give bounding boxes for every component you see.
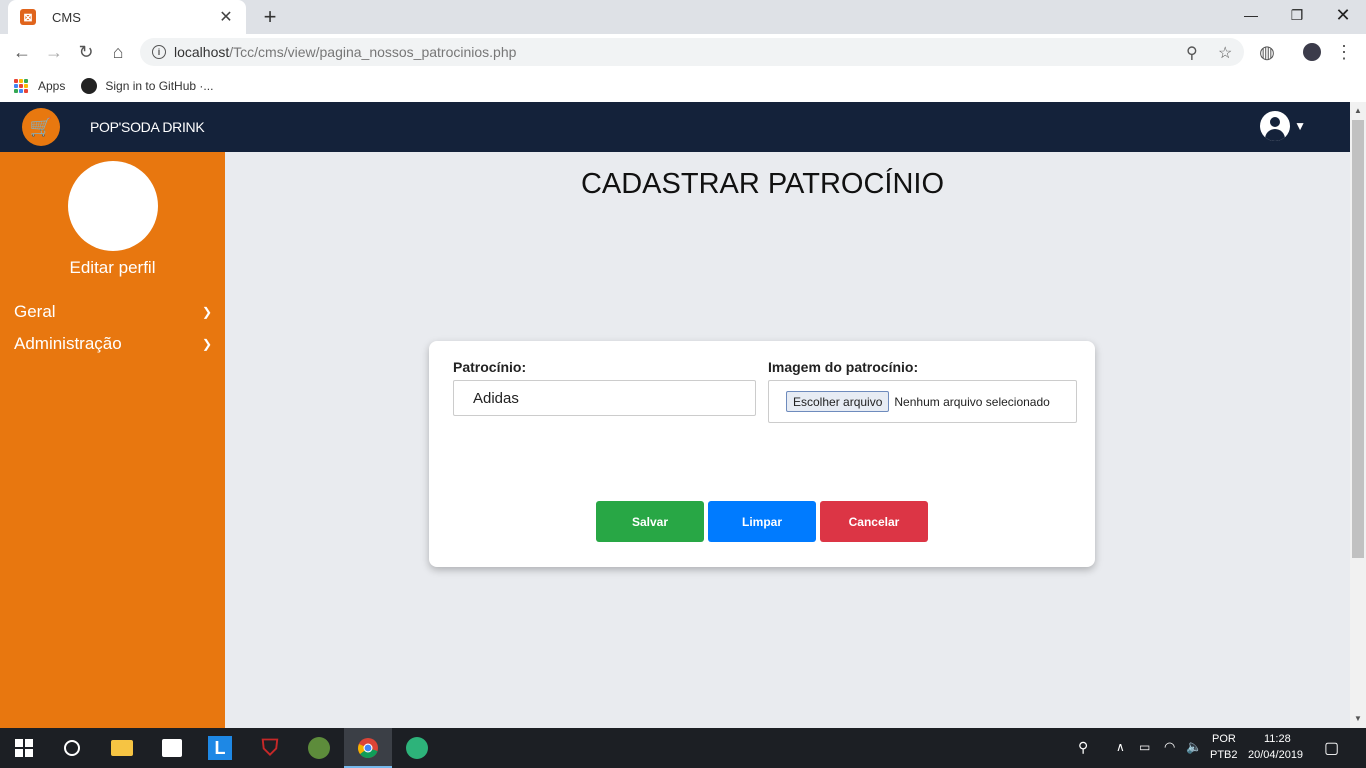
scroll-down-icon[interactable]: ▼ <box>1350 714 1366 723</box>
bookmark-label: Apps <box>38 79 66 93</box>
file-explorer-icon[interactable] <box>110 736 134 760</box>
zoom-icon[interactable]: ⚲ <box>1186 43 1198 63</box>
url-path: /Tcc/cms/view/pagina_nossos_patrocinios.… <box>229 44 517 60</box>
sidebar-item-label: Geral <box>14 302 56 321</box>
reload-icon[interactable]: ↻ <box>74 40 98 64</box>
page-scrollbar[interactable]: ▲ ▼ <box>1350 102 1366 728</box>
user-menu[interactable]: ▼ <box>1260 111 1306 141</box>
url-text: localhost/Tcc/cms/view/pagina_nossos_pat… <box>174 44 516 60</box>
bookmark-star-icon[interactable]: ☆ <box>1218 43 1232 63</box>
new-tab-icon[interactable]: + <box>258 4 282 30</box>
back-icon[interactable]: ← <box>10 40 34 64</box>
android-studio-icon[interactable] <box>307 736 331 760</box>
choose-file-button[interactable]: Escolher arquivo <box>786 391 890 412</box>
image-label: Imagem do patrocínio: <box>768 359 919 375</box>
people-icon[interactable]: ⚲ <box>1078 739 1088 756</box>
volume-icon[interactable]: 🔈 <box>1186 739 1202 755</box>
browser-tab[interactable]: ⊠ CMS ✕ <box>8 0 246 34</box>
mcafee-icon[interactable]: ⛉ <box>258 735 282 760</box>
clear-button[interactable]: Limpar <box>708 501 816 542</box>
bookmark-apps[interactable]: Apps <box>14 79 65 93</box>
keyboard-layout[interactable]: PTB2 <box>1210 749 1238 761</box>
language-code[interactable]: POR <box>1212 733 1236 745</box>
chevron-down-icon: ▼ <box>1294 119 1306 133</box>
sidebar: Editar perfil Geral ❯ Administração ❯ <box>0 152 225 728</box>
battery-icon[interactable]: ▭ <box>1139 740 1150 754</box>
forward-icon[interactable]: → <box>42 40 66 64</box>
notifications-icon[interactable]: ▢ <box>1324 738 1339 758</box>
app-header: 🛒 POP'SODA DRINK ▼ <box>0 102 1350 152</box>
sidebar-item-label: Administração <box>14 334 122 353</box>
bookmark-github[interactable]: Sign in to GitHub ·... <box>81 78 213 94</box>
save-button[interactable]: Salvar <box>596 501 704 542</box>
address-bar[interactable]: i localhost/Tcc/cms/view/pagina_nossos_p… <box>140 38 1244 66</box>
atom-icon[interactable] <box>405 736 429 760</box>
clock-date[interactable]: 20/04/2019 <box>1248 749 1303 761</box>
home-icon[interactable]: ⌂ <box>106 40 130 64</box>
profile-avatar-icon[interactable] <box>1300 40 1324 64</box>
url-host: localhost <box>174 44 230 60</box>
sponsor-input[interactable]: Adidas <box>453 380 756 416</box>
site-info-icon[interactable]: i <box>152 45 166 59</box>
sponsor-label: Patrocínio: <box>453 359 527 375</box>
minimize-icon[interactable]: — <box>1228 0 1274 30</box>
browser-menu-icon[interactable]: ⋮ <box>1332 40 1356 64</box>
apps-grid-icon <box>14 79 28 93</box>
tab-close-icon[interactable]: ✕ <box>216 7 236 27</box>
restore-icon[interactable]: ❐ <box>1274 0 1320 30</box>
tray-overflow-icon[interactable]: ∧ <box>1116 740 1125 754</box>
tab-title: CMS <box>52 9 81 25</box>
extension-icon[interactable]: ◍ <box>1255 40 1279 64</box>
browser-toolbar: ← → ↻ ⌂ i localhost/Tcc/cms/view/pagina_… <box>0 34 1366 70</box>
xampp-favicon-icon: ⊠ <box>20 9 36 25</box>
shopping-cart-logo-icon[interactable]: 🛒 <box>22 108 60 146</box>
windows-start-icon[interactable] <box>12 736 36 760</box>
cancel-button[interactable]: Cancelar <box>820 501 928 542</box>
clock-time[interactable]: 11:28 <box>1264 733 1291 745</box>
windows-taskbar: L ⛉ ⚲ ∧ ▭ ◠ 🔈 POR PTB2 11:28 20/04/2019 … <box>0 728 1366 768</box>
sidebar-item-geral[interactable]: Geral ❯ <box>14 302 214 322</box>
browser-tab-bar: ⊠ CMS ✕ + — ❐ ✕ <box>0 0 1366 34</box>
chevron-down-icon: ❯ <box>201 305 212 319</box>
sidebar-item-administracao[interactable]: Administração ❯ <box>14 334 214 354</box>
window-close-icon[interactable]: ✕ <box>1320 0 1366 30</box>
search-cortana-icon[interactable] <box>60 736 84 760</box>
scroll-thumb[interactable] <box>1352 120 1364 558</box>
user-account-icon <box>1260 111 1291 141</box>
app-l-icon[interactable]: L <box>208 736 232 760</box>
page-title: CADASTRAR PATROCÍNIO <box>580 168 945 200</box>
avatar <box>68 161 158 251</box>
bookmark-label: Sign in to GitHub ·... <box>105 79 214 93</box>
chevron-down-icon: ❯ <box>201 337 212 351</box>
store-icon[interactable] <box>160 736 184 760</box>
sponsor-form-card: Patrocínio: Adidas Imagem do patrocínio:… <box>429 341 1095 567</box>
github-icon <box>81 78 98 94</box>
chrome-icon[interactable] <box>356 736 380 760</box>
wifi-icon[interactable]: ◠ <box>1164 739 1175 755</box>
brand-name: POP'SODA DRINK <box>90 119 205 135</box>
bookmarks-bar: Apps Sign in to GitHub ·... <box>0 70 1366 102</box>
file-status: Nenhum arquivo selecionado <box>894 394 1050 409</box>
edit-profile-link[interactable]: Editar perfil <box>0 258 225 278</box>
scroll-up-icon[interactable]: ▲ <box>1350 106 1366 115</box>
image-file-input[interactable]: Escolher arquivo Nenhum arquivo selecion… <box>768 380 1077 423</box>
